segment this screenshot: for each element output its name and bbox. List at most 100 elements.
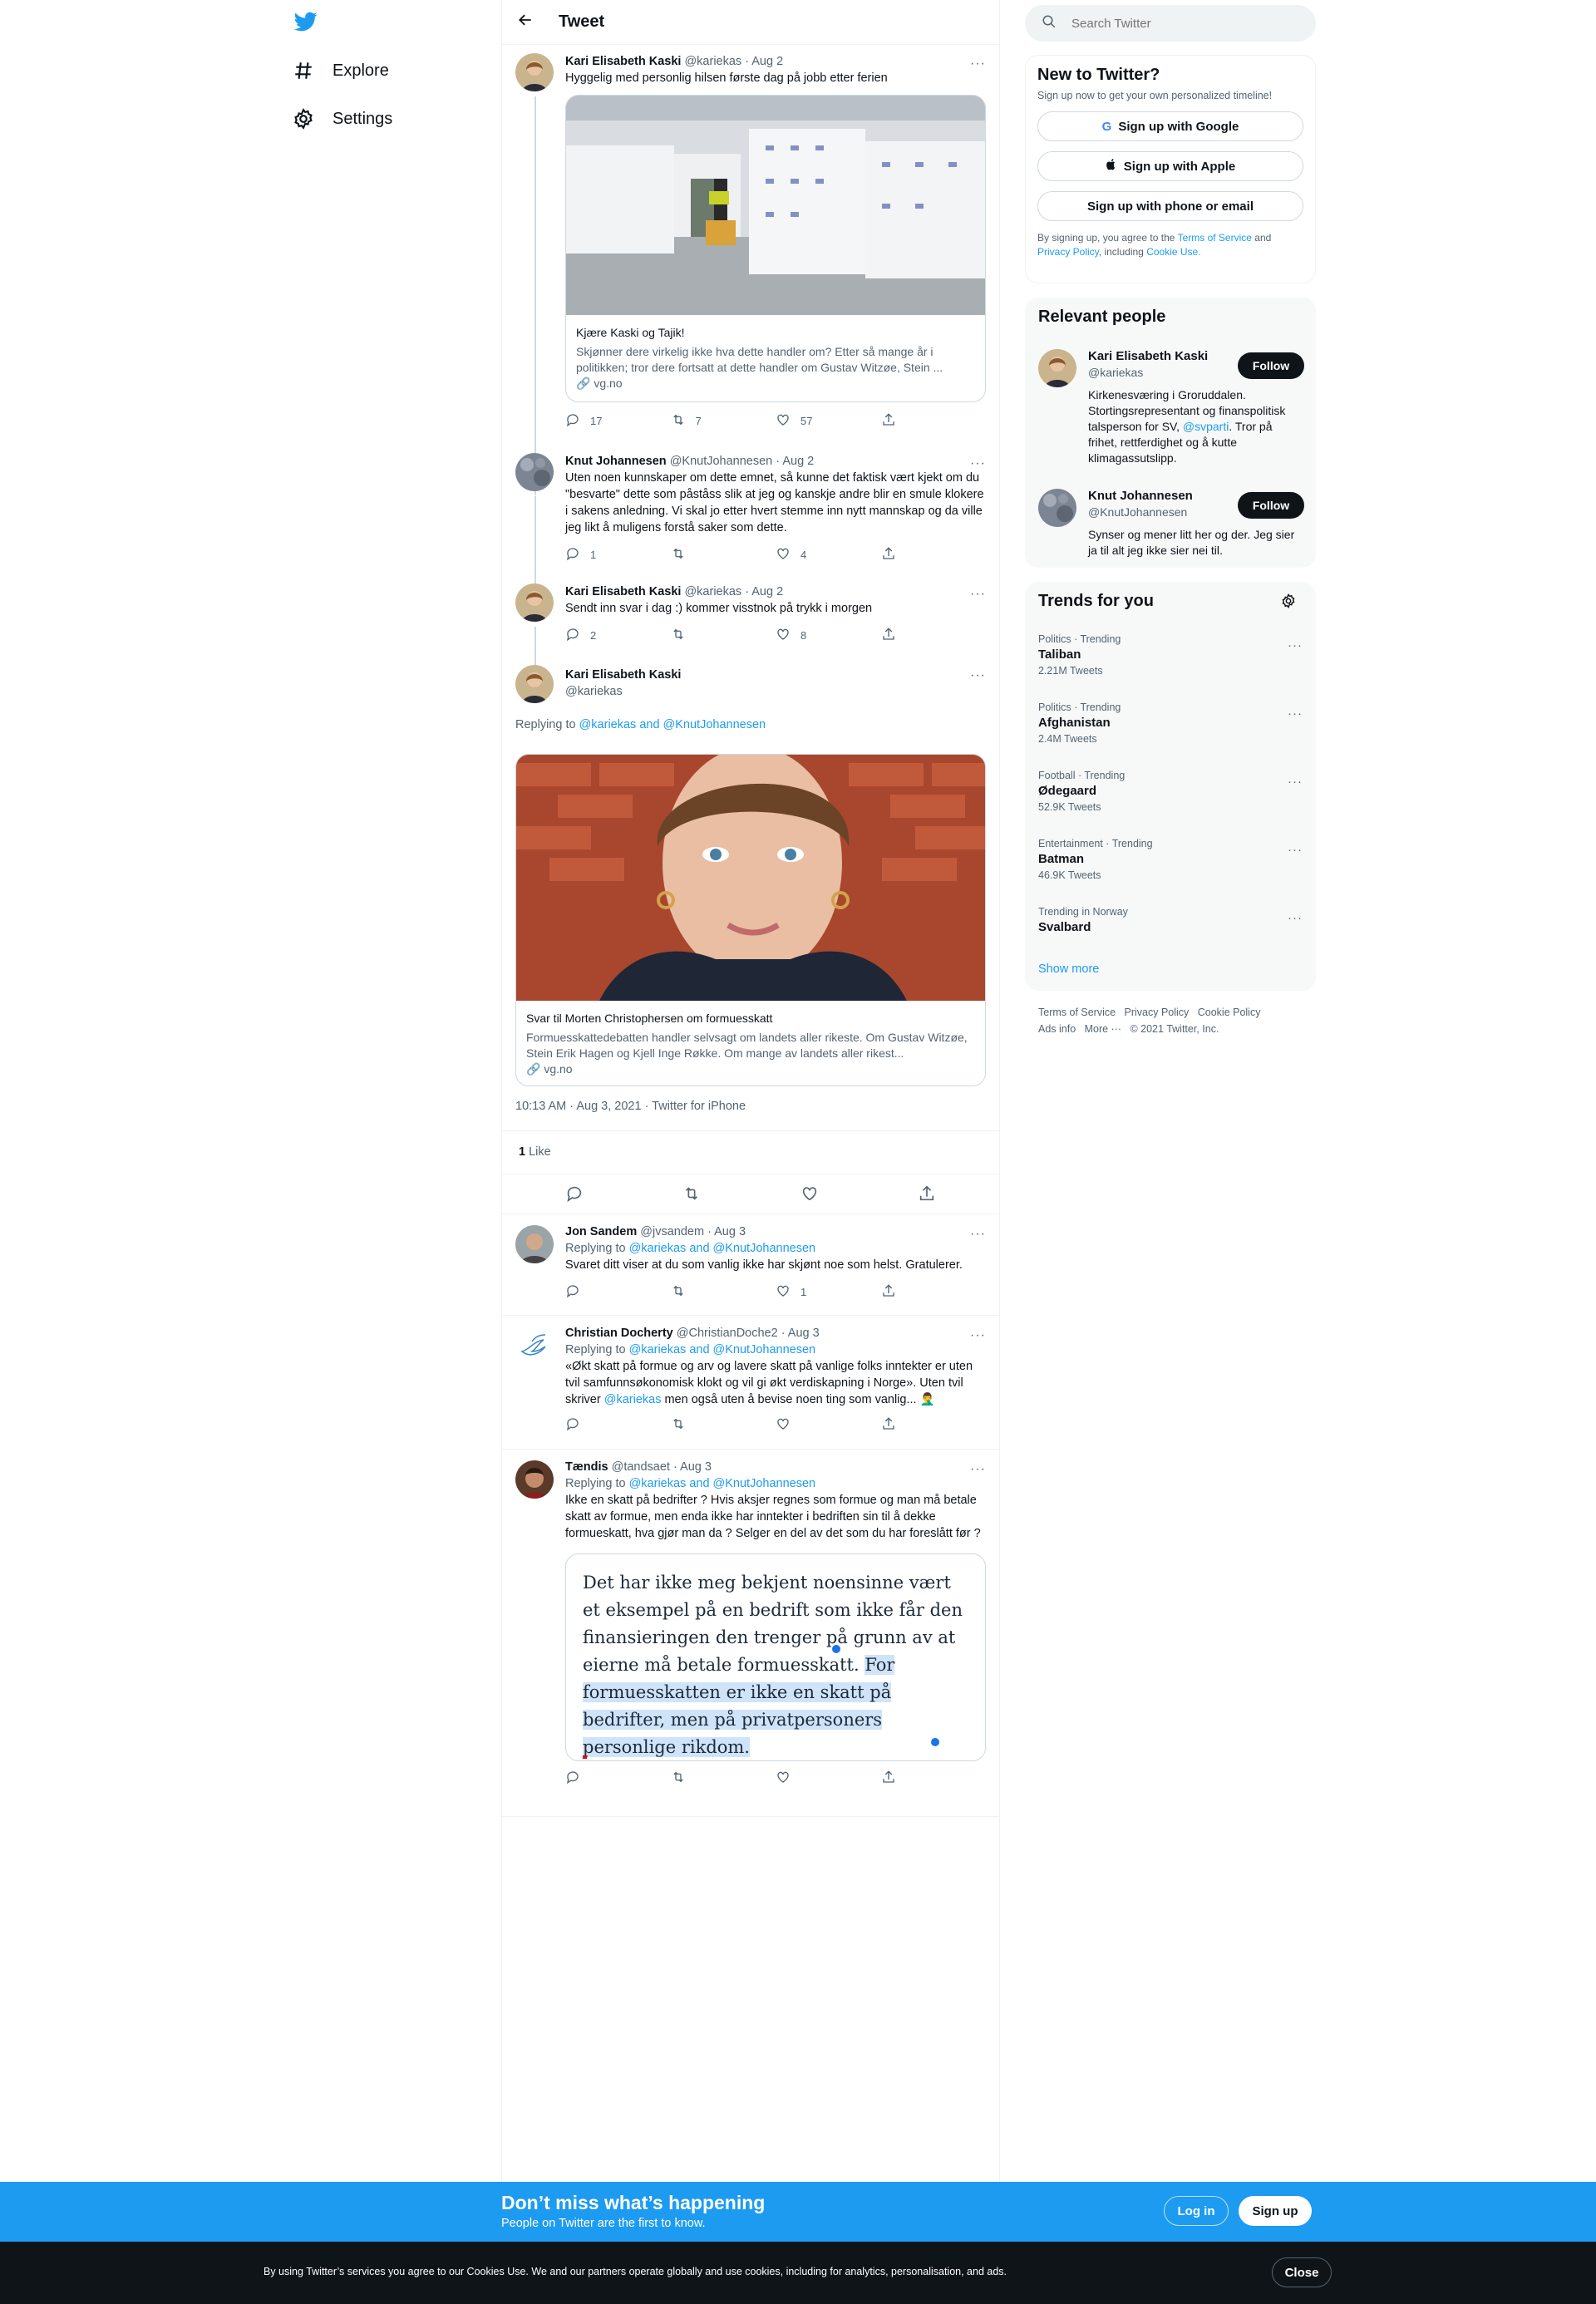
heart-icon[interactable] bbox=[800, 1184, 819, 1206]
like-button[interactable] bbox=[776, 1770, 881, 1787]
search-input[interactable] bbox=[1071, 16, 1279, 31]
signup-apple-button[interactable]: Sign up with Apple bbox=[1037, 151, 1303, 181]
more-icon[interactable]: ··· bbox=[1288, 775, 1303, 789]
signup-button[interactable]: Sign up bbox=[1239, 2196, 1312, 2226]
author-name[interactable]: Kari Elisabeth Kaski bbox=[565, 668, 681, 682]
reply-button[interactable] bbox=[565, 1416, 671, 1434]
avatar[interactable] bbox=[515, 1327, 554, 1365]
replying-to-link[interactable]: @kariekas and @KnutJohannesen bbox=[629, 1477, 816, 1490]
avatar[interactable] bbox=[515, 453, 554, 491]
person-handle[interactable]: @kariekas bbox=[1088, 366, 1229, 379]
author-handle[interactable]: @jvsandem bbox=[640, 1225, 704, 1238]
retweet-button[interactable] bbox=[671, 627, 776, 644]
reply-button[interactable] bbox=[565, 1770, 671, 1787]
login-button[interactable]: Log in bbox=[1164, 2196, 1229, 2226]
reply-button[interactable]: 2 bbox=[565, 627, 671, 644]
trend-item[interactable]: Politics · Trending Afghanistan 2.4M Tweet… bbox=[1038, 702, 1303, 745]
gear-icon[interactable] bbox=[1281, 593, 1296, 612]
thread-tweet-2[interactable]: Knut Johannesen @KnutJohannesen · Aug 2 … bbox=[515, 453, 987, 621]
footer-more-link[interactable]: More ··· bbox=[1085, 1023, 1121, 1035]
more-icon[interactable]: ··· bbox=[970, 456, 986, 471]
mention-link[interactable]: @kariekas bbox=[604, 1393, 662, 1406]
avatar[interactable] bbox=[515, 1460, 554, 1499]
avatar[interactable] bbox=[515, 665, 554, 703]
author-name[interactable]: Knut Johannesen bbox=[565, 455, 667, 468]
tweet-date[interactable]: · Aug 3 bbox=[673, 1460, 712, 1474]
reply-tweet-3[interactable]: Tændis @tandsaet · Aug 3 ··· Replying to… bbox=[515, 1459, 986, 1812]
reply-button[interactable]: 1 bbox=[565, 546, 671, 564]
more-icon[interactable]: ··· bbox=[1288, 843, 1303, 857]
share-icon[interactable] bbox=[918, 1184, 936, 1206]
author-handle[interactable]: @tandsaet bbox=[612, 1460, 670, 1474]
follow-button[interactable]: Follow bbox=[1238, 492, 1304, 519]
privacy-link[interactable]: Privacy Policy bbox=[1037, 246, 1099, 258]
author-name[interactable]: Jon Sandem bbox=[565, 1225, 637, 1238]
share-button[interactable] bbox=[881, 1770, 987, 1787]
tweet-timestamp[interactable]: 10:13 AM · Aug 3, 2021 · Twitter for iPh… bbox=[515, 1100, 746, 1113]
retweet-button[interactable]: 7 bbox=[671, 412, 776, 430]
tweet-date[interactable]: · Aug 3 bbox=[707, 1225, 746, 1238]
trend-item[interactable]: Entertainment · Trending Batman 46.9K Twee… bbox=[1038, 838, 1303, 881]
footer-tos-link[interactable]: Terms of Service bbox=[1038, 1007, 1116, 1018]
author-name[interactable]: Kari Elisabeth Kaski bbox=[565, 55, 681, 68]
twitter-logo-icon[interactable] bbox=[293, 10, 319, 37]
like-button[interactable]: 57 bbox=[776, 412, 881, 430]
like-button[interactable] bbox=[776, 1416, 881, 1434]
more-icon[interactable]: ··· bbox=[970, 1328, 986, 1343]
author-handle[interactable]: @KnutJohannesen bbox=[670, 455, 773, 468]
more-icon[interactable]: ··· bbox=[970, 668, 986, 683]
more-icon[interactable]: ··· bbox=[1288, 706, 1303, 721]
author-name[interactable]: Christian Docherty bbox=[565, 1327, 673, 1340]
thread-tweet-3[interactable]: Kari Elisabeth Kaski @kariekas · Aug 2 ·… bbox=[515, 583, 986, 668]
share-button[interactable] bbox=[881, 412, 987, 430]
search-box[interactable] bbox=[1025, 5, 1316, 42]
share-button[interactable] bbox=[881, 1416, 987, 1434]
avatar[interactable] bbox=[515, 583, 554, 622]
author-handle[interactable]: @kariekas bbox=[565, 683, 681, 700]
share-button[interactable] bbox=[881, 1283, 987, 1301]
avatar[interactable] bbox=[1038, 489, 1076, 527]
retweet-button[interactable] bbox=[671, 1770, 776, 1787]
quoted-image[interactable]: Det har ikke meg bekjent noensinne vært … bbox=[565, 1553, 986, 1761]
author-handle[interactable]: @kariekas bbox=[684, 55, 741, 68]
reply-tweet-2[interactable]: Christian Docherty @ChristianDoche2 · Au… bbox=[515, 1325, 986, 1441]
more-icon[interactable]: ··· bbox=[970, 587, 986, 602]
selection-handle-start[interactable] bbox=[832, 1645, 840, 1653]
retweet-icon[interactable] bbox=[682, 1184, 701, 1206]
replying-to-link[interactable]: @kariekas and @KnutJohannesen bbox=[629, 1343, 816, 1356]
tweet-date[interactable]: · Aug 2 bbox=[745, 55, 783, 68]
tos-link[interactable]: Terms of Service bbox=[1178, 232, 1252, 244]
likes-stat[interactable]: 1 Like bbox=[519, 1145, 551, 1159]
cookie-link[interactable]: Cookie Use. bbox=[1146, 246, 1200, 258]
avatar[interactable] bbox=[515, 53, 554, 91]
reply-button[interactable] bbox=[565, 1283, 671, 1301]
more-icon[interactable]: ··· bbox=[970, 1227, 986, 1242]
avatar[interactable] bbox=[515, 1225, 554, 1263]
person-name[interactable]: Knut Johannesen bbox=[1088, 489, 1229, 503]
nav-explore[interactable]: Explore bbox=[293, 60, 389, 81]
more-icon[interactable]: ··· bbox=[970, 1462, 986, 1477]
nav-settings[interactable]: Settings bbox=[293, 108, 392, 130]
trend-item[interactable]: Trending in Norway Svalbard ··· bbox=[1038, 906, 1303, 934]
trend-item[interactable]: Football · Trending Ødegaard 52.9K Tweets ·… bbox=[1038, 770, 1303, 813]
author-handle[interactable]: @kariekas bbox=[684, 585, 741, 598]
follow-button[interactable]: Follow bbox=[1238, 352, 1304, 379]
bio-mention[interactable]: @svparti bbox=[1183, 420, 1229, 433]
footer-cookie-link[interactable]: Cookie Policy bbox=[1198, 1007, 1261, 1018]
replying-to-link[interactable]: @kariekas and @KnutJohannesen bbox=[579, 718, 766, 731]
more-icon[interactable]: ··· bbox=[970, 57, 986, 71]
author-name[interactable]: Tændis bbox=[565, 1460, 608, 1474]
person-name[interactable]: Kari Elisabeth Kaski bbox=[1088, 349, 1229, 363]
trend-item[interactable]: Politics · Trending Taliban 2.21M Tweets ··… bbox=[1038, 633, 1303, 677]
link-card[interactable]: Svar til Morten Christophersen om formue… bbox=[515, 754, 986, 1086]
close-cookie-button[interactable]: Close bbox=[1272, 2257, 1332, 2287]
retweet-button[interactable] bbox=[671, 546, 776, 564]
share-button[interactable] bbox=[881, 546, 987, 564]
tweet-date[interactable]: · Aug 2 bbox=[745, 585, 783, 598]
tweet-date[interactable]: · Aug 2 bbox=[776, 455, 814, 468]
reply-button[interactable]: 17 bbox=[565, 412, 671, 430]
selection-handle-end[interactable] bbox=[931, 1738, 939, 1746]
reply-tweet-1[interactable]: Jon Sandem @jvsandem · Aug 3 ··· Replyin… bbox=[515, 1223, 986, 1311]
retweet-button[interactable] bbox=[671, 1283, 776, 1301]
avatar[interactable] bbox=[1038, 349, 1076, 387]
